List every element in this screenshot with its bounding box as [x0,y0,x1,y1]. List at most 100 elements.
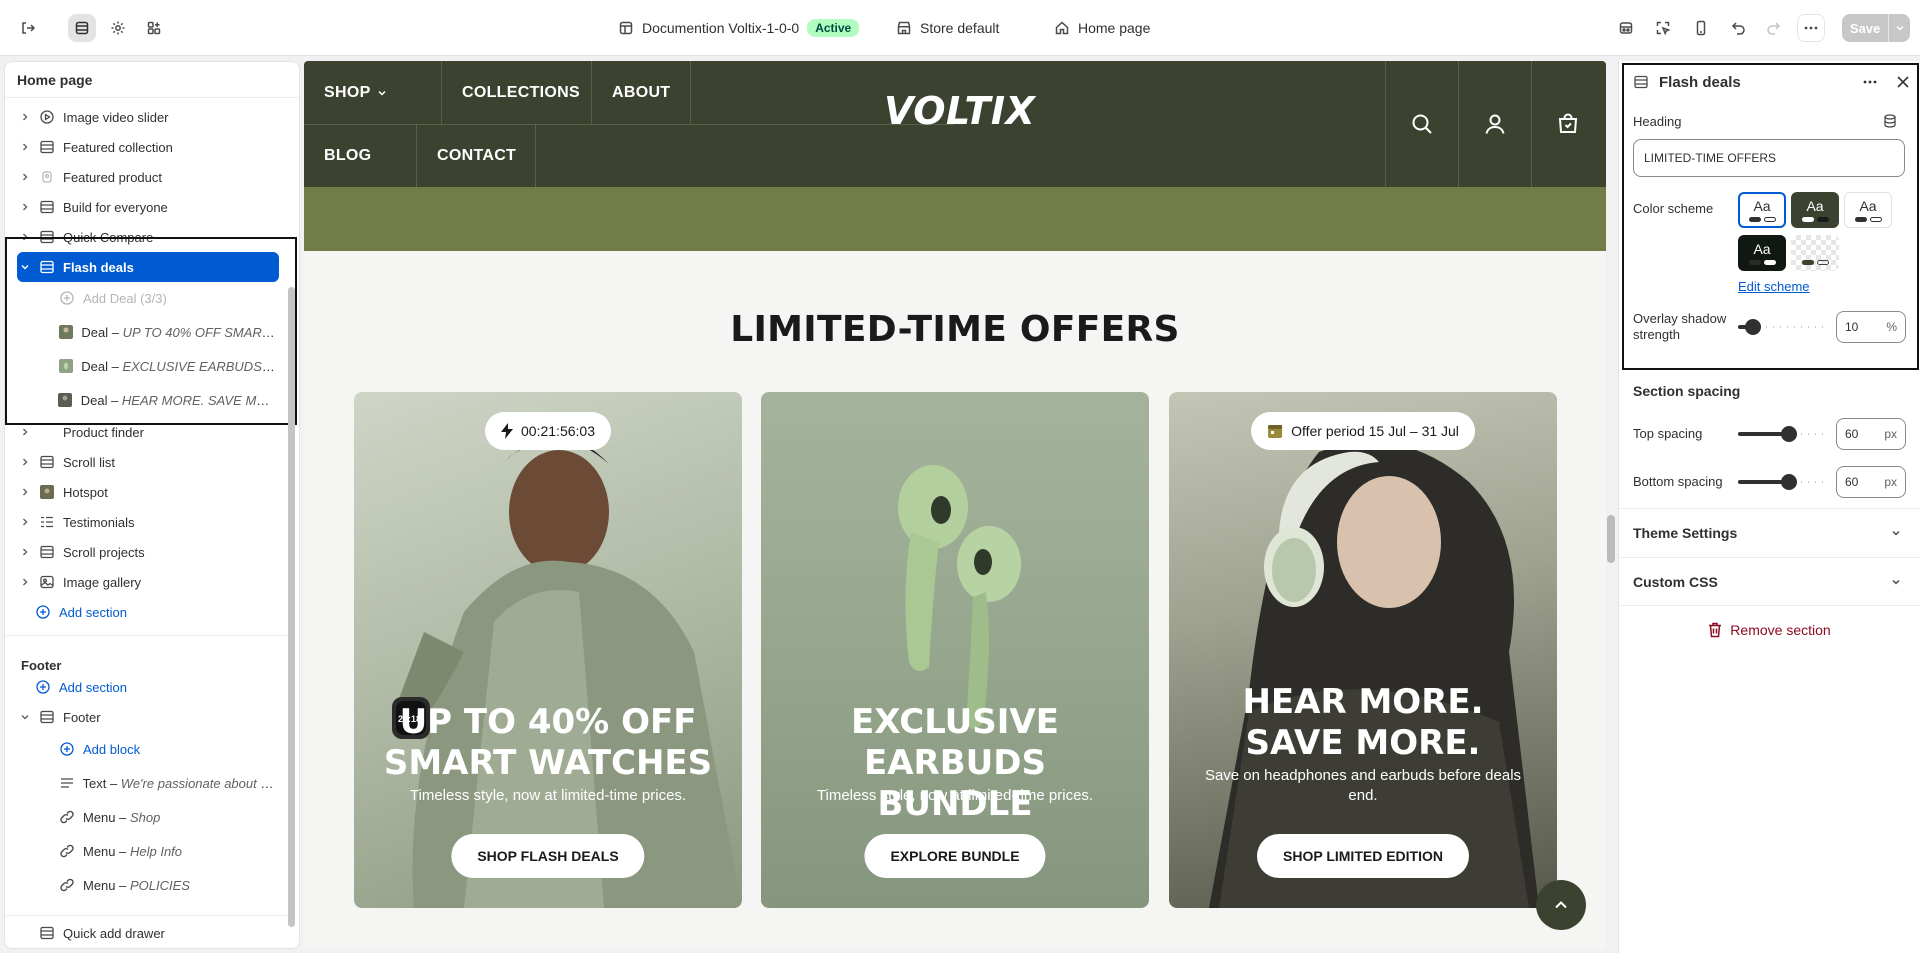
sidebar-item-flash-deals[interactable]: Flash deals [17,252,279,282]
slider-handle[interactable] [1781,474,1797,490]
deal-card[interactable]: EXCLUSIVE EARBUDS BUNDLE Timeless style,… [761,392,1149,908]
section-icon [37,544,57,560]
mobile-preview-icon[interactable] [1687,14,1715,42]
chevron-right-icon[interactable] [17,202,33,212]
explore-bundle-button[interactable]: EXPLORE BUNDLE [864,834,1046,878]
exit-icon[interactable] [14,14,42,42]
block-text[interactable]: Text – We're passionate about c... [17,768,275,798]
chevron-down-icon[interactable] [17,712,33,722]
color-scheme-swatch-1[interactable]: Aa [1738,192,1786,228]
sidebar-item-image-video-slider[interactable]: Image video slider [17,102,275,132]
theme-selector[interactable]: Documention Voltix-1-0-0 Active [618,0,860,56]
color-scheme-swatch-4[interactable]: Aa [1738,235,1786,271]
sidebar-item-quick-compare[interactable]: Quick Compare [17,222,275,252]
nav-label: COLLECTIONS [462,83,580,101]
preview-scrollbar[interactable] [1607,515,1615,563]
block-menu-policies[interactable]: Menu – POLICIES [17,870,275,900]
top-spacing-slider[interactable] [1738,424,1826,444]
select-tool-icon[interactable] [1649,14,1677,42]
add-block-button[interactable]: Add block [17,734,275,764]
chevron-right-icon[interactable] [17,427,33,437]
chevron-right-icon[interactable] [17,487,33,497]
edit-scheme-link[interactable]: Edit scheme [1738,279,1810,294]
store-selector[interactable]: Store default [896,0,999,56]
slider-handle[interactable] [1745,319,1761,335]
sidebar-item-image-gallery[interactable]: Image gallery [17,567,275,597]
color-scheme-swatch-5[interactable] [1791,235,1839,271]
save-label: Save [1849,20,1881,36]
undo-icon[interactable] [1725,14,1753,42]
chevron-right-icon[interactable] [17,547,33,557]
shop-limited-edition-button[interactable]: SHOP LIMITED EDITION [1257,834,1469,878]
remove-section-label: Remove section [1730,622,1831,638]
nav-shop[interactable]: SHOP [304,61,442,124]
scroll-to-top-button[interactable] [1536,880,1586,930]
sidebar-item-footer[interactable]: Footer [17,702,275,732]
redo-icon[interactable] [1759,14,1787,42]
deal-card[interactable]: 00:21:56:03 23:18 UP TO 40% OFF SMART WA… [354,392,742,908]
block-menu-shop[interactable]: Menu – Shop [17,802,275,832]
bottom-spacing-input[interactable]: 60 px [1836,466,1906,498]
sidebar-item-scroll-list[interactable]: Scroll list [17,447,275,477]
nav-blog[interactable]: BLOG [304,124,417,187]
cart-icon[interactable] [1531,61,1604,187]
block-deal-2[interactable]: Deal – EXCLUSIVE EARBUDS B... [17,351,275,381]
chevron-down-icon[interactable] [1889,22,1910,34]
custom-css-toggle[interactable]: Custom CSS [1619,557,1920,606]
sections-icon[interactable] [68,14,96,42]
top-spacing-input[interactable]: 60 px [1836,418,1906,450]
heading-input[interactable]: LIMITED-TIME OFFERS [1633,139,1905,177]
nav-contact[interactable]: CONTACT [417,124,536,187]
chevron-right-icon[interactable] [17,577,33,587]
chevron-right-icon[interactable] [17,142,33,152]
sidebar-item-testimonials[interactable]: Testimonials [17,507,275,537]
add-deal-button[interactable]: Add Deal (3/3) [17,283,275,313]
more-options-icon[interactable] [1797,14,1825,42]
nav-collections[interactable]: COLLECTIONS [442,61,592,124]
save-button[interactable]: Save [1842,14,1910,42]
block-name: UP TO 40% OFF SMART ... [122,324,275,340]
block-menu-help[interactable]: Menu – Help Info [17,836,275,866]
chevron-right-icon[interactable] [17,172,33,182]
sidebar-item-product-finder[interactable]: Product finder [17,417,275,447]
sidebar-item-featured-product[interactable]: Featured product [17,162,275,192]
block-deal-1[interactable]: Deal – UP TO 40% OFF SMART ... [17,317,275,347]
bottom-spacing-slider[interactable] [1738,472,1826,492]
sidebar-item-hotspot[interactable]: Hotspot [17,477,275,507]
search-icon[interactable] [1385,61,1458,187]
account-icon[interactable] [1458,61,1531,187]
block-deal-3[interactable]: Deal – HEAR MORE. SAVE MORE. [17,385,275,415]
add-section-button[interactable]: Add section [17,597,275,627]
sidebar-item-build-for-everyone[interactable]: Build for everyone [17,192,275,222]
color-scheme-swatch-2[interactable]: Aa [1791,192,1839,228]
slider-handle[interactable] [1781,426,1797,442]
sidebar-item-quick-add-drawer[interactable]: Quick add drawer [17,918,275,948]
close-icon[interactable] [1896,75,1910,89]
theme-settings-toggle[interactable]: Theme Settings [1619,508,1920,557]
apps-icon[interactable] [140,14,168,42]
sidebar-scrollbar[interactable] [288,287,295,927]
sidebar-item-featured-collection[interactable]: Featured collection [17,132,275,162]
dynamic-source-icon[interactable] [1882,113,1898,129]
color-scheme-swatch-3[interactable]: Aa [1844,192,1892,228]
inspector-icon[interactable] [1612,14,1640,42]
chevron-right-icon[interactable] [17,112,33,122]
footer-add-section-button[interactable]: Add section [17,672,275,702]
chevron-right-icon[interactable] [17,232,33,242]
more-options-icon[interactable] [1862,74,1878,90]
chevron-right-icon[interactable] [17,517,33,527]
page-selector[interactable]: Home page [1054,0,1150,56]
overlay-slider[interactable] [1738,317,1826,337]
gear-icon[interactable] [104,14,132,42]
shop-flash-deals-button[interactable]: SHOP FLASH DEALS [451,834,645,878]
nav-about[interactable]: ABOUT [592,61,691,124]
chevron-right-icon[interactable] [17,457,33,467]
remove-section-button[interactable]: Remove section [1619,622,1920,638]
sidebar-item-scroll-projects[interactable]: Scroll projects [17,537,275,567]
deal-card[interactable]: Offer period 15 Jul – 31 Jul HEAR MORE. … [1169,392,1557,908]
overlay-value-input[interactable]: 10 % [1836,311,1906,343]
sidebar-item-label: Quick add drawer [63,925,165,941]
store-logo[interactable]: VOLTIX [884,89,1035,133]
deal-title: UP TO 40% OFF SMART WATCHES [383,702,713,783]
chevron-down-icon[interactable] [17,262,33,272]
